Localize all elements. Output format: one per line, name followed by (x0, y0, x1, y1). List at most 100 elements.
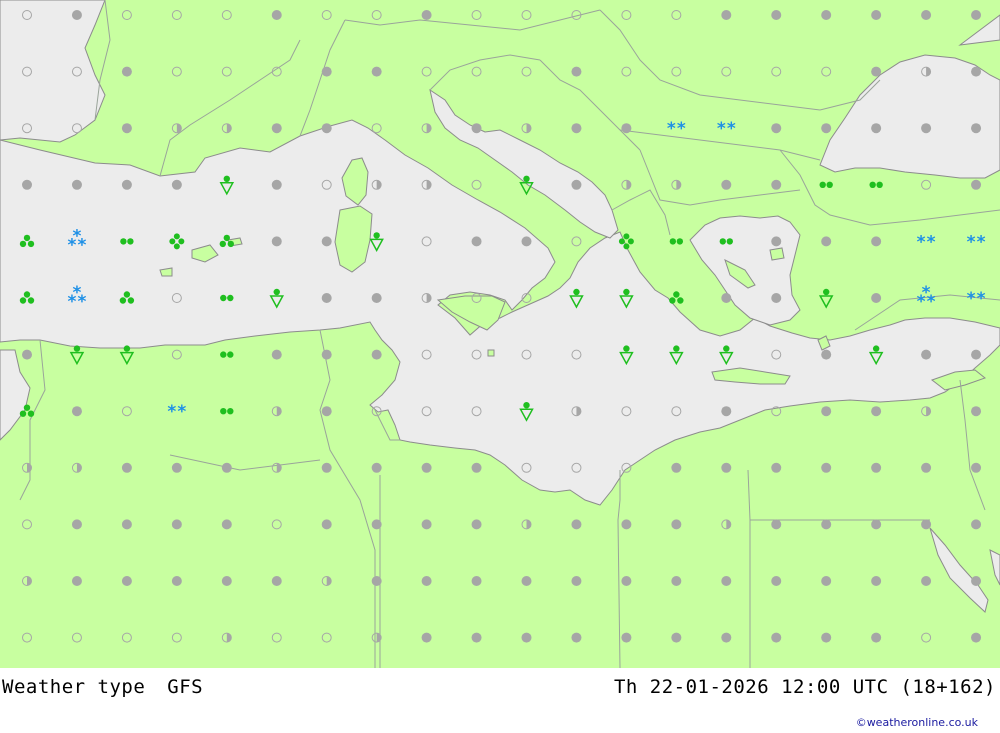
weather-symbol-overcast (971, 66, 982, 77)
weather-symbol-overcast (371, 293, 382, 303)
weather-symbol-snow2: * * (967, 289, 986, 309)
weather-symbol-overcast (921, 462, 932, 473)
weather-symbol-overcast (121, 66, 132, 77)
map-title: Weather type (2, 676, 146, 698)
weather-symbol-overcast (771, 576, 782, 586)
weather-symbol-overcast (171, 179, 182, 190)
svg-text:*: * (917, 232, 926, 252)
svg-text:*: * (177, 402, 186, 422)
weather-symbol-overcast (271, 349, 282, 360)
weather-symbol-overcast (621, 123, 632, 134)
weather-map: * * * *** * * * * *** * ** * * ** * (0, 0, 1000, 668)
weather-symbol-snow2: * * (967, 232, 986, 252)
weather-symbol-overcast (821, 576, 832, 586)
weather-symbol-overcast (871, 293, 882, 303)
weather-symbol-overcast (471, 123, 482, 134)
weather-symbol-overcast (821, 123, 832, 134)
weather-symbol-overcast (171, 519, 182, 530)
weather-symbol-overcast (721, 293, 732, 303)
weather-symbol-overcast (221, 576, 232, 586)
weather-symbol-overcast (821, 236, 832, 247)
weather-symbol-overcast (221, 462, 232, 473)
weather-symbol-overcast (371, 576, 382, 586)
weather-symbol-overcast (271, 236, 282, 247)
weather-symbol-overcast (321, 349, 332, 360)
weather-symbol-overcast (371, 462, 382, 473)
weather-symbol-overcast (571, 66, 582, 77)
credit-link[interactable]: ©weatheronline.co.uk (856, 716, 978, 729)
weather-symbol-overcast (621, 632, 632, 643)
weather-symbol-overcast (971, 179, 982, 190)
weather-symbol-overcast (821, 349, 832, 360)
weather-symbol-snow2: * * (717, 119, 736, 139)
svg-text:*: * (717, 119, 726, 139)
weather-symbol-overcast (921, 10, 932, 20)
ibiza (159, 267, 173, 277)
weather-symbol-overcast (121, 462, 132, 473)
atlantic-ocean (0, 0, 106, 143)
weather-symbol-overcast (171, 576, 182, 586)
weather-symbol-overcast (721, 632, 732, 643)
weather-symbol-overcast (821, 519, 832, 530)
weather-symbol-overcast (621, 576, 632, 586)
map-caption: Weather type GFS (2, 676, 203, 698)
weather-symbol-overcast (721, 462, 732, 473)
weather-symbol-overcast (471, 576, 482, 586)
weather-symbol-overcast (871, 519, 882, 530)
weather-symbol-overcast (771, 179, 782, 190)
weather-symbol-overcast (321, 66, 332, 77)
weather-symbol-overcast (771, 123, 782, 134)
weather-symbol-overcast (921, 123, 932, 134)
weather-symbol-overcast (771, 236, 782, 247)
weather-symbol-overcast (621, 519, 632, 530)
weather-symbol-overcast (771, 10, 782, 20)
weather-symbol-overcast (321, 406, 332, 417)
weather-symbol-overcast (871, 406, 882, 417)
svg-text:*: * (967, 289, 976, 309)
weather-symbol-overcast (521, 576, 532, 586)
weather-symbol-overcast (871, 462, 882, 473)
weather-symbol-overcast (971, 406, 982, 417)
svg-text:*: * (927, 292, 936, 312)
weather-symbol-overcast (71, 10, 82, 20)
weather-symbol-overcast (721, 179, 732, 190)
weather-symbol-overcast (571, 179, 582, 190)
weather-symbol-overcast (22, 349, 32, 360)
weather-symbol-overcast (321, 123, 332, 134)
weather-symbol-overcast (71, 519, 82, 530)
weather-symbol-overcast (721, 10, 732, 20)
weather-symbol-overcast (371, 66, 382, 77)
weather-symbol-overcast (271, 576, 282, 586)
svg-text:*: * (967, 232, 976, 252)
weather-symbol-overcast (571, 519, 582, 530)
weather-symbol-overcast (921, 576, 932, 586)
weather-symbol-overcast (821, 10, 832, 20)
weather-symbol-overcast (271, 123, 282, 134)
weather-symbol-overcast (771, 293, 782, 303)
svg-text:*: * (917, 292, 926, 312)
svg-text:*: * (977, 232, 986, 252)
weather-symbol-overcast (821, 406, 832, 417)
weather-symbol-overcast (421, 10, 432, 20)
weather-symbol-overcast (971, 632, 982, 643)
weather-symbol-overcast (771, 632, 782, 643)
weather-symbol-overcast (871, 576, 882, 586)
weather-symbol-overcast (771, 519, 782, 530)
weather-symbol-overcast (271, 10, 282, 20)
weather-symbol-overcast (371, 349, 382, 360)
weather-symbol-overcast (671, 576, 682, 586)
weather-symbol-overcast (921, 349, 932, 360)
weather-symbol-snow2: * * (917, 232, 936, 252)
weather-symbol-overcast (321, 519, 332, 530)
weather-symbol-overcast (71, 406, 82, 417)
weather-symbol-snow2: * * (167, 402, 186, 422)
svg-text:*: * (927, 232, 936, 252)
svg-text:*: * (78, 292, 87, 312)
weather-symbol-overcast (421, 632, 432, 643)
svg-text:*: * (78, 235, 87, 255)
weather-symbol-overcast (421, 519, 432, 530)
weather-symbol-overcast (871, 66, 882, 77)
weather-symbol-overcast (971, 349, 982, 360)
weather-symbol-overcast (821, 632, 832, 643)
weather-symbol-overcast (721, 406, 732, 417)
